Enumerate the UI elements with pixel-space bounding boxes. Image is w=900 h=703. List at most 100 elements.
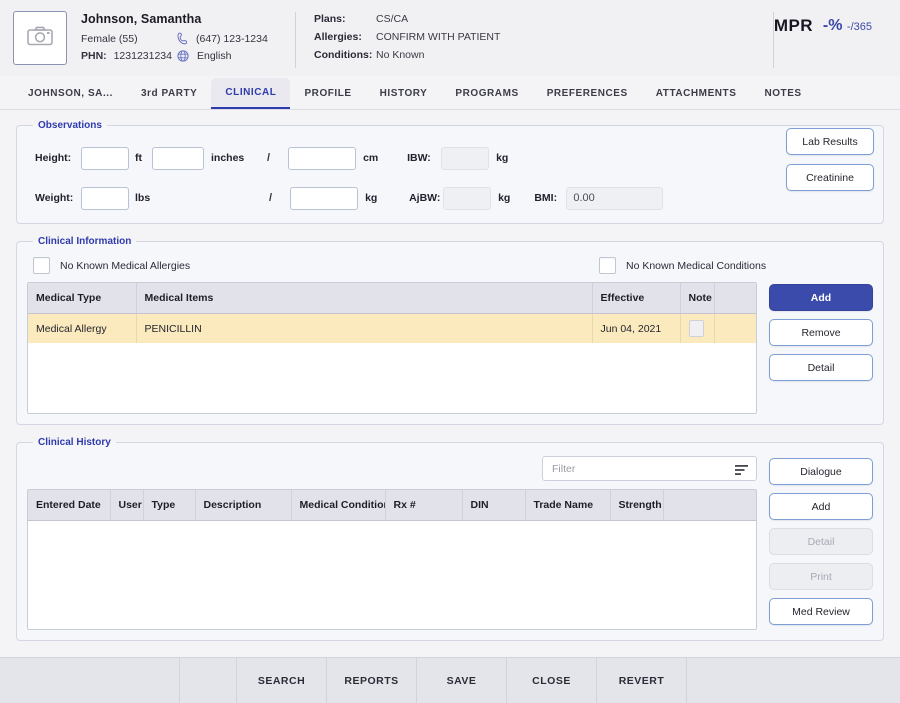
lab-results-button[interactable]: Lab Results xyxy=(786,128,874,155)
clinical-history-empty-area xyxy=(28,521,756,629)
col-rx-number[interactable]: Rx # xyxy=(385,490,463,521)
col-entered-date[interactable]: Entered Date xyxy=(28,490,111,521)
ajbw-unit: kg xyxy=(498,192,511,204)
no-known-conditions-checkbox[interactable] xyxy=(599,257,616,274)
col-effective[interactable]: Effective xyxy=(592,283,681,314)
weight-kg-unit: kg xyxy=(365,192,378,204)
col-trade-name[interactable]: Trade Name xyxy=(525,490,611,521)
height-feet-unit: ft xyxy=(135,152,142,164)
clinical-information-body: Medical Type Medical Items Effective Not… xyxy=(27,282,873,414)
no-known-conditions-row[interactable]: No Known Medical Conditions xyxy=(599,257,766,274)
clinical-history-print-button: Print xyxy=(769,563,873,590)
tab-profile[interactable]: PROFILE xyxy=(290,79,365,109)
note-indicator[interactable] xyxy=(688,320,704,337)
tab-programs[interactable]: PROGRAMS xyxy=(441,79,532,109)
clinical-history-actions: Dialogue Add Detail Print Med Review xyxy=(769,456,873,625)
patient-photo-placeholder[interactable] xyxy=(13,11,67,65)
col-medical-condition[interactable]: Medical Condition xyxy=(291,490,386,521)
observations-legend: Observations xyxy=(38,120,102,131)
bmi-input xyxy=(566,186,664,210)
col-medical-type[interactable]: Medical Type xyxy=(28,283,137,314)
clinical-history-dialogue-button[interactable]: Dialogue xyxy=(769,458,873,485)
clinical-history-add-button[interactable]: Add xyxy=(769,493,873,520)
tab-preferences[interactable]: PREFERENCES xyxy=(533,79,642,109)
weight-kg-input[interactable] xyxy=(290,186,359,210)
ajbw-input xyxy=(443,186,492,210)
save-button[interactable]: SAVE xyxy=(417,658,507,703)
col-extra[interactable] xyxy=(663,490,756,521)
tab-attachments[interactable]: ATTACHMENTS xyxy=(642,79,751,109)
col-strength[interactable]: Strength xyxy=(610,490,664,521)
bmi-label: BMI: xyxy=(534,192,558,204)
creatinine-button[interactable]: Creatinine xyxy=(786,164,874,191)
filter-input[interactable] xyxy=(543,457,756,480)
allergies-label: Allergies: xyxy=(314,31,362,43)
patient-phn-row: PHN: 1231231234 English xyxy=(81,50,277,62)
weight-label: Weight: xyxy=(35,192,74,204)
tab-patient[interactable]: JOHNSON, SA... xyxy=(14,79,127,109)
height-slash: / xyxy=(267,152,271,164)
patient-phone: (647) 123-1234 xyxy=(196,32,268,45)
table-header-row: Medical Type Medical Items Effective Not… xyxy=(28,283,756,314)
clinical-information-empty-area xyxy=(28,343,756,413)
clinical-information-table-container: Medical Type Medical Items Effective Not… xyxy=(27,282,757,414)
clinical-history-med-review-button[interactable]: Med Review xyxy=(769,598,873,625)
tab-history[interactable]: HISTORY xyxy=(366,79,442,109)
height-cm-input[interactable] xyxy=(288,146,357,170)
patient-demographics-row: Female (55) (647) 123-1234 xyxy=(81,32,277,45)
allergies-row: Allergies: CONFIRM WITH PATIENT xyxy=(314,31,544,43)
no-known-allergies-row[interactable]: No Known Medical Allergies xyxy=(33,257,593,274)
close-button[interactable]: CLOSE xyxy=(507,658,597,703)
clinical-information-legend: Clinical Information xyxy=(38,236,132,247)
clinical-information-detail-button[interactable]: Detail xyxy=(769,354,873,381)
height-inches-input[interactable] xyxy=(152,146,204,170)
height-inches-unit: inches xyxy=(211,152,245,164)
table-row[interactable]: Medical Allergy PENICILLIN Jun 04, 2021 xyxy=(28,313,756,343)
allergies-value: CONFIRM WITH PATIENT xyxy=(376,31,501,43)
conditions-label: Conditions: xyxy=(314,49,373,61)
filter-icon[interactable] xyxy=(735,463,748,481)
header-divider-1 xyxy=(295,12,296,68)
col-medical-items[interactable]: Medical Items xyxy=(136,283,593,314)
height-feet-input[interactable] xyxy=(81,146,129,170)
clinical-information-remove-button[interactable]: Remove xyxy=(769,319,873,346)
col-din[interactable]: DIN xyxy=(462,490,526,521)
bottom-toolbar: SEARCH REPORTS SAVE CLOSE REVERT xyxy=(0,657,900,703)
cell-medical-type: Medical Allergy xyxy=(28,313,137,343)
col-description[interactable]: Description xyxy=(195,490,292,521)
patient-identity: Johnson, Samantha Female (55) (647) 123-… xyxy=(81,8,277,67)
no-known-allergies-checkbox[interactable] xyxy=(33,257,50,274)
main-tab-bar: JOHNSON, SA... 3rd PARTY CLINICAL PROFIL… xyxy=(0,76,900,110)
tab-clinical[interactable]: CLINICAL xyxy=(211,78,291,109)
plans-value: CS/CA xyxy=(376,13,409,25)
clinical-information-section: Clinical Information No Known Medical Al… xyxy=(16,236,884,425)
tab-3rd-party[interactable]: 3rd PARTY xyxy=(127,79,211,109)
col-user[interactable]: User xyxy=(110,490,144,521)
weight-lbs-unit: lbs xyxy=(135,192,151,204)
no-known-row: No Known Medical Allergies No Known Medi… xyxy=(27,255,873,282)
clinical-patient-screen: Johnson, Samantha Female (55) (647) 123-… xyxy=(0,0,900,703)
clinical-history-body: Entered Date User Type Description Medic… xyxy=(27,456,873,630)
phone-icon xyxy=(177,32,188,45)
cell-effective: Jun 04, 2021 xyxy=(592,313,681,343)
cell-extra xyxy=(714,313,756,343)
clinical-history-grid-wrap: Entered Date User Type Description Medic… xyxy=(27,456,757,630)
cell-medical-items: PENICILLIN xyxy=(136,313,593,343)
search-button[interactable]: SEARCH xyxy=(237,658,327,703)
filter-box[interactable] xyxy=(542,456,757,481)
col-extra[interactable] xyxy=(714,283,756,314)
col-note[interactable]: Note xyxy=(680,283,715,314)
clinical-information-add-button[interactable]: Add xyxy=(769,284,873,311)
reports-button[interactable]: REPORTS xyxy=(327,658,417,703)
phn-value: 1231231234 xyxy=(113,50,172,62)
clinical-history-table: Entered Date User Type Description Medic… xyxy=(28,490,756,521)
patient-sex-age: Female (55) xyxy=(81,32,138,45)
revert-button[interactable]: REVERT xyxy=(597,658,687,703)
weight-lbs-input[interactable] xyxy=(81,186,129,210)
tab-notes[interactable]: NOTES xyxy=(750,79,815,109)
col-type[interactable]: Type xyxy=(143,490,196,521)
cell-note[interactable] xyxy=(680,313,715,343)
observations-section: Observations Height: ft inches / cm IBW:… xyxy=(16,120,884,224)
mpr-indicator: MPR -% -/365 xyxy=(774,8,872,36)
ibw-input xyxy=(441,146,490,170)
